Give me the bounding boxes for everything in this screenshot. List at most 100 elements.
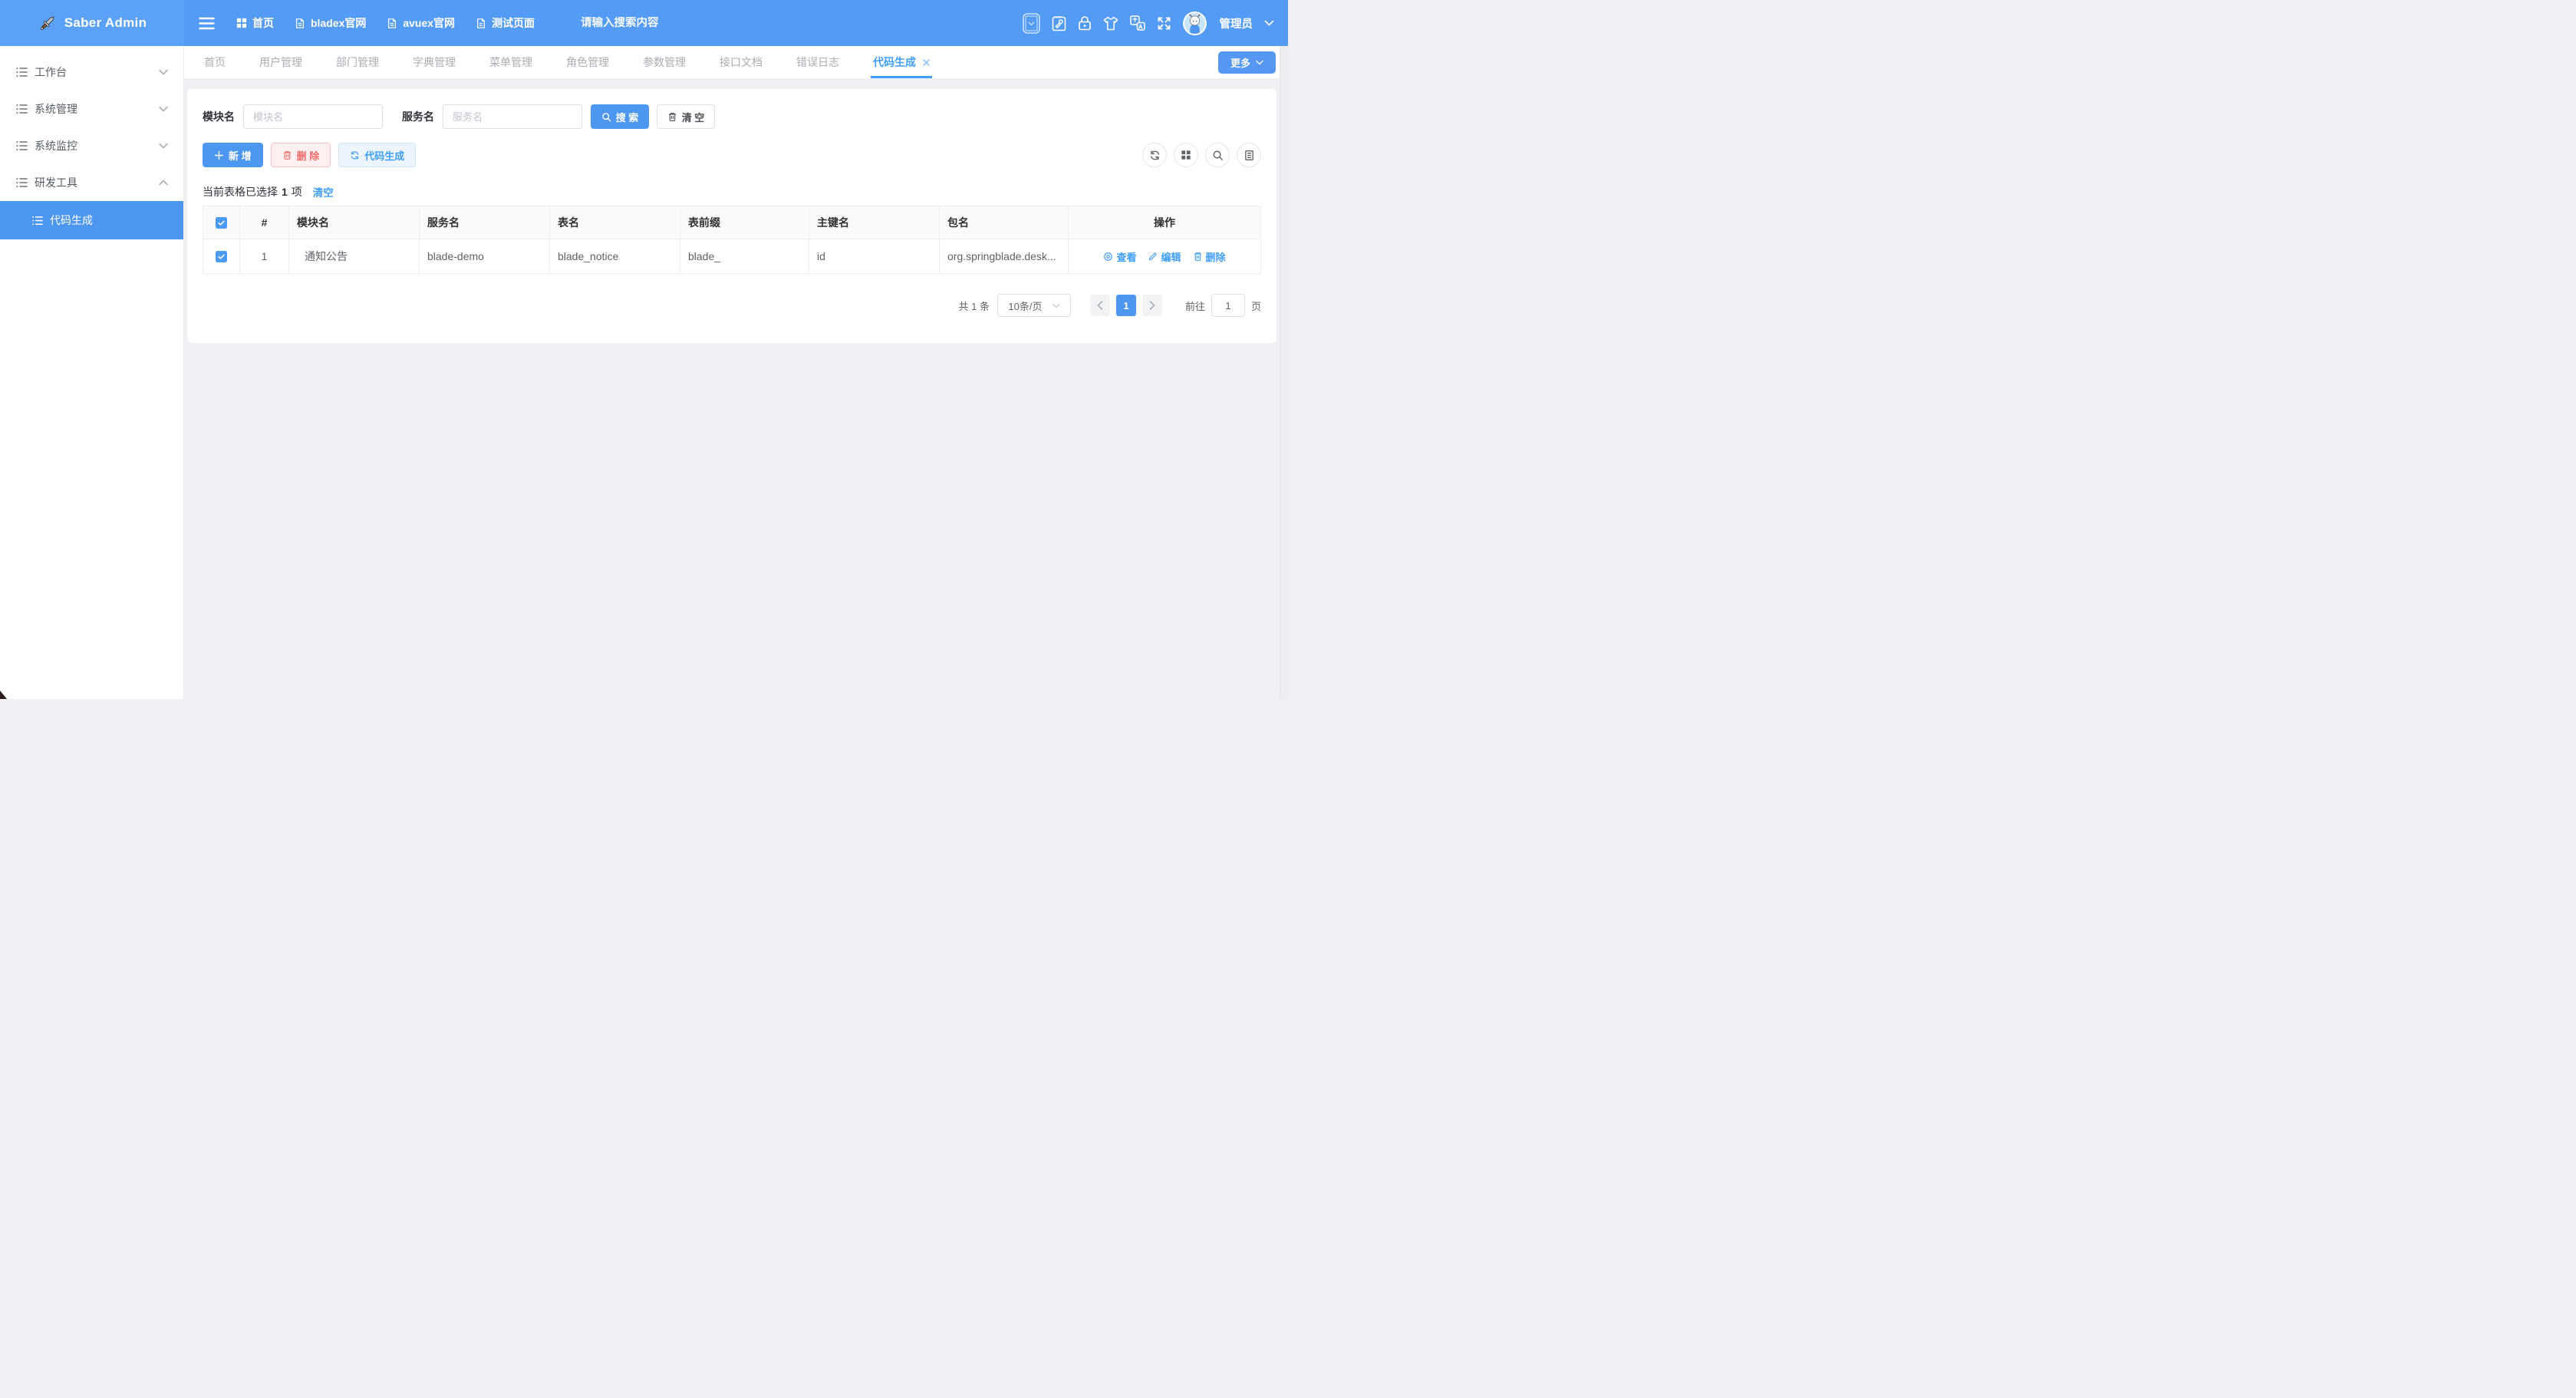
dropdown-box-icon[interactable]: [1023, 13, 1040, 34]
column-header-module: 模块名: [289, 206, 420, 239]
tab-api-docs[interactable]: 接口文档: [720, 46, 763, 78]
next-page-button[interactable]: [1142, 295, 1162, 316]
app-title: Saber Admin: [64, 15, 147, 31]
select-all-header: [203, 206, 240, 239]
tab-menu-management[interactable]: 菜单管理: [489, 46, 532, 78]
sidebar-item-system-monitor[interactable]: 系统监控: [0, 127, 183, 164]
search-button[interactable]: 搜 索: [591, 104, 649, 129]
edit-link[interactable]: 编辑: [1148, 249, 1181, 264]
goto-page-input[interactable]: [1211, 294, 1245, 317]
row-package-cell: org.springblade.desk...: [940, 239, 1069, 274]
plus-icon: [214, 150, 224, 160]
module-name-input[interactable]: [243, 104, 383, 129]
tab-home[interactable]: 首页: [204, 46, 226, 78]
goto-label: 前往: [1185, 298, 1205, 313]
row-actions-cell: 查看 编辑: [1069, 239, 1261, 274]
column-header-actions: 操作: [1069, 206, 1261, 239]
chevron-down-icon: [159, 69, 168, 75]
row-module-cell: 通知公告: [289, 239, 420, 274]
table-row[interactable]: 1 通知公告 blade-demo blade_notice blade_ id…: [203, 239, 1261, 274]
sidebar: 工作台 系统管理 系统监控: [0, 46, 184, 699]
tshirt-icon[interactable]: [1103, 16, 1118, 31]
global-search-input[interactable]: [581, 17, 742, 29]
refresh-icon[interactable]: [1142, 143, 1167, 167]
sidebar-item-workbench[interactable]: 工作台: [0, 54, 183, 91]
refresh-icon: [350, 150, 360, 160]
selection-clear-link[interactable]: 清空: [313, 184, 334, 199]
tab-dict-management[interactable]: 字典管理: [413, 46, 456, 78]
tab-bar: 首页 用户管理 部门管理 字典管理 菜单管理 角色管理 参数管理 接口文档 错误…: [184, 46, 1280, 79]
column-header-table: 表名: [550, 206, 680, 239]
selection-suffix: 项: [292, 184, 302, 199]
document-icon: [295, 18, 305, 29]
user-menu[interactable]: 管理员: [1220, 15, 1253, 31]
nav-item-avuex[interactable]: avuex官网: [387, 15, 455, 31]
column-header-service: 服务名: [420, 206, 550, 239]
pagination: 共 1 条 10条/页 1: [203, 294, 1261, 317]
wrench-clipboard-icon[interactable]: [1052, 15, 1066, 31]
page-size-select[interactable]: 10条/页: [997, 294, 1071, 317]
nav-item-home[interactable]: 首页: [236, 15, 274, 31]
topbar-right: 管理员: [1023, 0, 1289, 46]
list-icon: [15, 66, 28, 78]
main-area: 工作台 系统管理 系统监控: [0, 46, 1288, 699]
data-table: # 模块名 服务名 表名 表前缀 主键名 包名 操作: [203, 206, 1261, 274]
column-header-index: #: [240, 206, 289, 239]
top-nav: 首页 bladex官网 avuex官网 测试页面: [184, 0, 1023, 46]
fullscreen-icon[interactable]: [1157, 16, 1171, 31]
nav-item-test-page[interactable]: 测试页面: [476, 15, 535, 31]
nav-item-bladex[interactable]: bladex官网: [295, 15, 366, 31]
clear-button[interactable]: 清 空: [657, 104, 715, 129]
chevron-down-icon[interactable]: [1264, 20, 1274, 27]
prev-page-button[interactable]: [1090, 295, 1110, 316]
crud-card: 模块名 服务名 搜 索 清 空: [187, 89, 1276, 343]
hamburger-icon[interactable]: [197, 14, 216, 32]
page-code-generation: 模块名 服务名 搜 索 清 空: [184, 79, 1280, 699]
content-area: 首页 用户管理 部门管理 字典管理 菜单管理 角色管理 参数管理 接口文档 错误…: [184, 46, 1280, 699]
list-icon: [15, 103, 28, 115]
language-icon[interactable]: [1130, 15, 1145, 31]
row-select-cell: [203, 239, 240, 274]
row-pk-cell: id: [809, 239, 940, 274]
dagger-icon: [38, 14, 57, 33]
delete-button[interactable]: 删 除: [271, 143, 331, 167]
select-all-checkbox[interactable]: [216, 217, 227, 229]
chevron-down-icon: [159, 143, 168, 149]
sidebar-item-system-management[interactable]: 系统管理: [0, 91, 183, 127]
column-grid-icon[interactable]: [1174, 143, 1198, 167]
trash-icon: [1193, 251, 1203, 262]
list-icon: [31, 215, 43, 226]
lock-icon[interactable]: [1078, 15, 1092, 31]
tab-role-management[interactable]: 角色管理: [566, 46, 609, 78]
filter-form: 模块名 服务名 搜 索 清 空: [203, 104, 1261, 129]
tab-code-generation[interactable]: 代码生成: [873, 46, 930, 78]
tab-user-management[interactable]: 用户管理: [259, 46, 302, 78]
service-name-label: 服务名: [402, 109, 434, 124]
tab-error-log[interactable]: 错误日志: [796, 46, 839, 78]
delete-link[interactable]: 删除: [1193, 249, 1226, 264]
chevron-down-icon: [1052, 303, 1060, 308]
service-name-input[interactable]: [443, 104, 582, 129]
code-generate-button[interactable]: 代码生成: [338, 143, 416, 167]
row-index-cell: 1: [240, 239, 289, 274]
window-scrollbar[interactable]: [1280, 46, 1288, 699]
search-toggle-icon[interactable]: [1205, 143, 1230, 167]
tab-param-management[interactable]: 参数管理: [643, 46, 686, 78]
close-icon[interactable]: [923, 59, 930, 66]
row-prefix-cell: blade_: [680, 239, 809, 274]
sidebar-item-code-generation[interactable]: 代码生成: [0, 201, 183, 239]
page-number-1[interactable]: 1: [1116, 295, 1136, 316]
add-button[interactable]: 新 增: [203, 143, 263, 167]
tab-dept-management[interactable]: 部门管理: [336, 46, 379, 78]
app-logo: Saber Admin: [0, 0, 184, 46]
document-lines-icon[interactable]: [1237, 143, 1261, 167]
sidebar-item-dev-tools[interactable]: 研发工具: [0, 164, 183, 201]
avatar[interactable]: [1183, 12, 1207, 35]
row-table-cell: blade_notice: [550, 239, 680, 274]
edit-icon: [1148, 252, 1158, 262]
top-header: Saber Admin 首页 bladex官网 avuex官网: [0, 0, 1288, 46]
view-link[interactable]: 查看: [1103, 249, 1136, 264]
row-checkbox[interactable]: [216, 251, 227, 262]
more-button[interactable]: 更多: [1218, 51, 1276, 74]
total-count: 共 1 条: [959, 298, 990, 313]
